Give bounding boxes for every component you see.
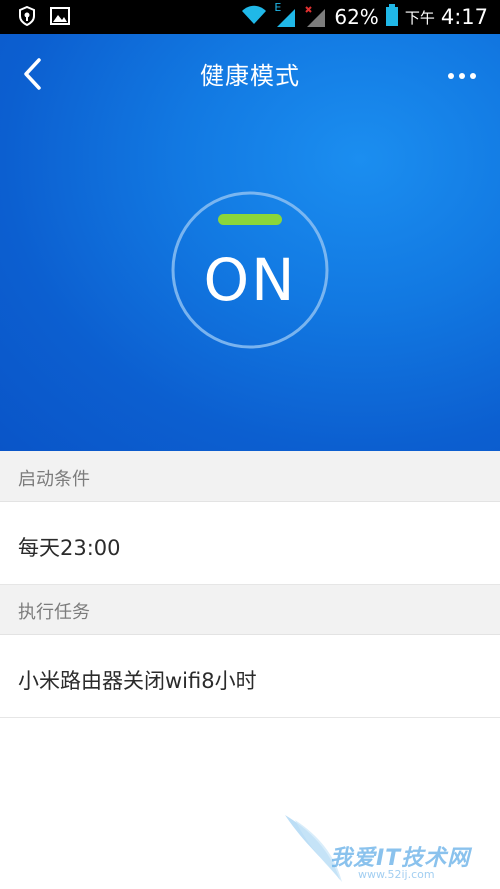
- status-indicator: [218, 214, 282, 225]
- battery-icon: [385, 3, 399, 31]
- time-period: 下午: [404, 8, 435, 27]
- section-header-label: 启动条件: [18, 469, 90, 490]
- list-item-task[interactable]: 小米路由器关闭wifi8小时: [0, 635, 500, 718]
- section-header-label: 执行任务: [18, 602, 90, 623]
- status-bar: E 62% 下午 4:17: [0, 0, 500, 34]
- power-toggle[interactable]: ON: [160, 180, 340, 360]
- section-header-action: 执行任务: [0, 585, 500, 635]
- signal-icon: E: [274, 1, 298, 29]
- watermark-url: www.52ij.com: [358, 868, 435, 881]
- shield-icon: [18, 5, 36, 30]
- screen: E 62% 下午 4:17 健康模式 ON 启动条件 每天23:00 执行任务 …: [0, 0, 500, 889]
- list-item-label: 小米路由器关闭wifi8小时: [18, 669, 257, 693]
- list-item-label: 每天23:00: [18, 536, 121, 560]
- more-horizontal-icon: [448, 73, 476, 79]
- page-title: 健康模式: [200, 62, 300, 90]
- clock: 4:17: [440, 5, 488, 29]
- watermark: 我爱IT技术网 www.52ij.com: [280, 810, 500, 889]
- list-item-schedule[interactable]: 每天23:00: [0, 502, 500, 585]
- section-header-trigger: 启动条件: [0, 451, 500, 502]
- image-icon: [50, 7, 70, 29]
- toggle-state-label: ON: [203, 246, 296, 314]
- wifi-icon: [240, 4, 268, 30]
- navigation-bar: 健康模式: [0, 34, 500, 118]
- hero-panel: 健康模式 ON: [0, 34, 500, 451]
- signal-x-icon: [304, 5, 328, 29]
- more-button[interactable]: [442, 58, 482, 94]
- battery-percent: 62%: [334, 5, 379, 29]
